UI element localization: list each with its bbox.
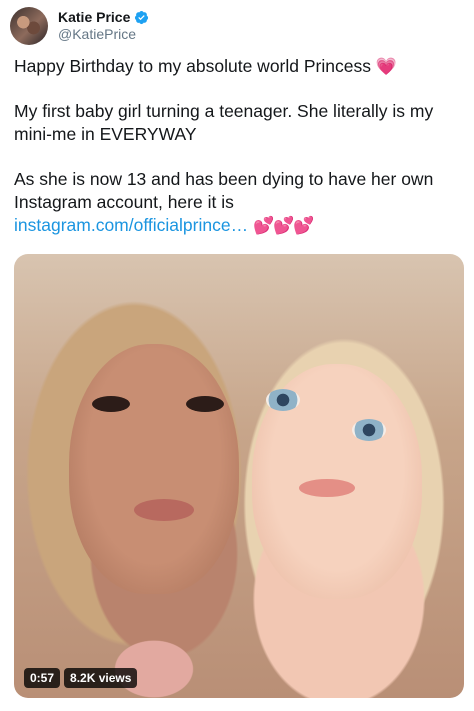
handle[interactable]: @KatiePrice: [58, 26, 149, 43]
display-name[interactable]: Katie Price: [58, 9, 130, 26]
heart-emoji: 💗: [375, 57, 397, 76]
eye: [352, 419, 386, 441]
video-media[interactable]: 0:57 8.2K views: [14, 254, 464, 698]
eye: [266, 389, 300, 411]
tweet-text-1: Happy Birthday to my absolute world Prin…: [14, 56, 371, 76]
author-names: Katie Price @KatiePrice: [58, 9, 149, 43]
tweet-card: Katie Price @KatiePrice Happy Birthday t…: [0, 0, 474, 711]
eye: [186, 396, 224, 412]
hearts-emoji: 💕💕💕: [252, 216, 315, 235]
tweet-text-3: As she is now 13 and has been dying to h…: [14, 169, 434, 212]
lips: [299, 479, 355, 497]
woman-face: [69, 344, 239, 594]
video-duration: 0:57: [24, 668, 61, 688]
tweet-paragraph-2: My first baby girl turning a teenager. S…: [14, 101, 434, 144]
tweet-paragraph-3: As she is now 13 and has been dying to h…: [14, 168, 464, 237]
video-overlay: 0:57 8.2K views: [24, 668, 138, 688]
instagram-link[interactable]: instagram.com/officialprince…: [14, 215, 248, 235]
tweet-header: Katie Price @KatiePrice: [10, 6, 149, 46]
eye: [92, 396, 130, 412]
avatar[interactable]: [10, 7, 48, 45]
lips: [134, 499, 194, 521]
video-views: 8.2K views: [64, 668, 138, 688]
tweet-line-1: Happy Birthday to my absolute world Prin…: [14, 55, 464, 78]
verified-badge-icon: [135, 10, 149, 25]
tweet-body: Happy Birthday to my absolute world Prin…: [14, 55, 464, 237]
display-name-row: Katie Price: [58, 9, 149, 26]
